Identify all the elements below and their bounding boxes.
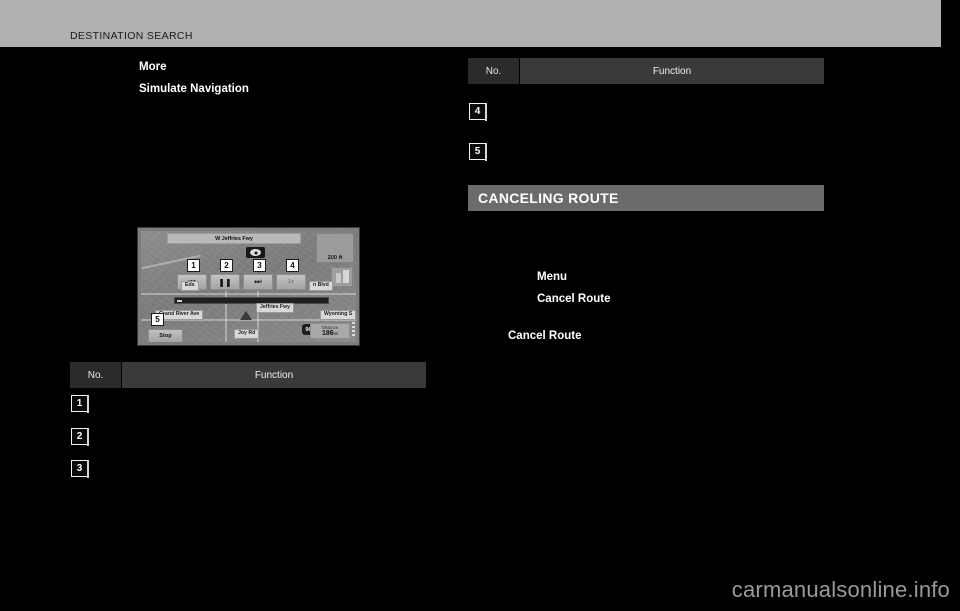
simulation-progress-scrollbar[interactable] <box>174 297 329 304</box>
current-street-banner: W Jeffries Fwy <box>167 233 301 244</box>
section-heading-label: CANCELING ROUTE <box>478 190 619 206</box>
table-header-no: No. <box>468 58 520 84</box>
table-row-number-badge: 4 <box>469 102 487 121</box>
table-header-function: Function <box>122 362 426 388</box>
map-callout-badge: 2 <box>220 259 233 272</box>
page-header-bar: DESTINATION SEARCH <box>0 0 941 47</box>
page-title: DESTINATION SEARCH <box>70 30 193 42</box>
map-callout-badge: 3 <box>253 259 266 272</box>
turn-direction-indicator: ← 200 ft <box>316 233 354 263</box>
body-text: Cancel Route <box>537 293 611 305</box>
body-text: Cancel Route <box>508 330 582 342</box>
table-row-number-badge: 1 <box>71 394 89 413</box>
table-header-function: Function <box>520 58 824 84</box>
map-street-label: n Blvd <box>309 281 333 291</box>
skip-to-end-button[interactable]: ⏭ <box>243 274 273 290</box>
current-street-label: W Jeffries Fwy <box>215 235 253 242</box>
page-root: DESTINATION SEARCH More Simulate Navigati… <box>0 0 960 611</box>
stop-simulation-button[interactable]: Stop <box>148 329 183 342</box>
pause-button[interactable]: ❚❚ <box>210 274 240 290</box>
map-callout-badge: 4 <box>286 259 299 272</box>
site-watermark: carmanualsonline.info <box>731 577 950 602</box>
navigation-screenshot-figure: W Jeffries Fwy ← 200 ft ⏮ ❚❚ ⏭ <box>137 227 360 346</box>
map-view-compass-icon[interactable] <box>246 247 265 258</box>
vehicle-position-marker <box>240 311 252 320</box>
map-callout-badge: 1 <box>187 259 200 272</box>
function-table-header-right: No. Function <box>468 58 824 84</box>
table-row-number-badge: 5 <box>469 142 487 161</box>
body-text: Simulate Navigation <box>139 83 249 95</box>
map-street-label: Jeffries Fwy <box>256 303 294 313</box>
function-table-header-left: No. Function <box>70 362 426 388</box>
section-heading-canceling-route: CANCELING ROUTE <box>468 185 824 211</box>
navigation-map-canvas: W Jeffries Fwy ← 200 ft ⏮ ❚❚ ⏭ <box>141 231 356 342</box>
remaining-distance-box[interactable]: Distance 186mi <box>310 323 350 339</box>
map-3d-buildings-icon[interactable] <box>331 267 353 287</box>
left-column: More Simulate Navigation W Jeffries Fwy <box>0 47 460 611</box>
map-scroll-dots-icon <box>352 322 355 338</box>
compass-eye-glyph <box>250 249 261 256</box>
turn-distance-label: 200 ft <box>327 255 343 261</box>
map-street-label: Eds <box>181 281 199 291</box>
map-street-label: Wyoming S <box>320 310 356 320</box>
body-text: Menu <box>537 271 568 283</box>
table-row-number-badge: 3 <box>71 459 89 478</box>
table-row-number-badge: 2 <box>71 427 89 446</box>
map-street-label: Joy Rd <box>234 329 260 339</box>
playback-speed-button[interactable]: 1x <box>276 274 306 290</box>
body-text: More <box>139 61 167 73</box>
right-column: No. Function 4 5 CANCELING ROUTE Menu Canc… <box>460 47 960 611</box>
remaining-distance-value: 186mi <box>321 330 339 337</box>
table-header-no: No. <box>70 362 122 388</box>
map-road-line <box>141 293 356 295</box>
map-callout-badge: 5 <box>151 313 164 326</box>
